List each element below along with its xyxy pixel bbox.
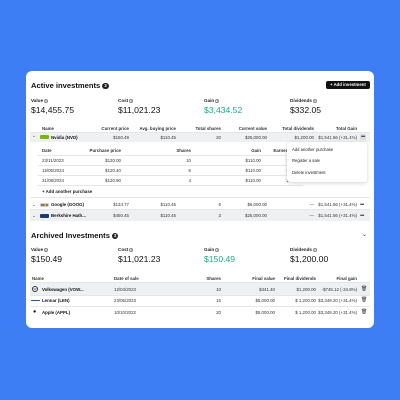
archived-stat-gain: $150.49 — [204, 254, 236, 264]
list-item: 31/08/2024 — [42, 178, 64, 183]
expand-chevron-icon[interactable]: ⌄ — [32, 213, 36, 219]
trash-icon[interactable]: 🗑 — [361, 286, 367, 292]
active-stat-value: $14,455.75 — [31, 105, 75, 115]
archived-investments-title: Archived Investments 3 — [31, 231, 119, 240]
archived-stat-gain-label: Gain i — [204, 247, 220, 252]
col-total-dividends: Total dividends — [282, 126, 314, 131]
collapse-chevron-icon[interactable]: ⌃ — [32, 135, 36, 141]
trash-icon[interactable]: 🗑 — [361, 297, 367, 303]
active-stat-cost-label: Cost i — [118, 98, 134, 103]
active-stat-gain: $3,434.52 — [204, 105, 243, 115]
active-stat-cost: $11,021.23 — [118, 105, 161, 115]
plus-icon: + — [42, 189, 45, 194]
lennar-logo-icon — [31, 300, 40, 302]
row-menu-icon[interactable]: ••• — [360, 202, 364, 208]
col-current-value: Current value — [238, 126, 267, 131]
col-current-price: Current price — [101, 126, 129, 131]
row-menu-icon[interactable]: ••• — [360, 213, 364, 219]
info-icon: i — [129, 247, 134, 252]
active-stat-dividends-label: Dividends i — [290, 98, 317, 103]
berkshire-logo-icon — [40, 213, 49, 218]
investments-card: Active investments 3 + Add investment Val… — [26, 71, 374, 328]
add-investment-button[interactable]: + Add investment — [326, 81, 370, 89]
archived-stat-dividends: $1,200.00 — [290, 254, 329, 264]
row-name: Nvidia (NVD) — [51, 134, 78, 140]
add-another-purchase-link[interactable]: + Add another purchase — [42, 189, 92, 194]
row-menu-icon[interactable]: ••• — [360, 133, 366, 140]
archived-stat-cost-label: Cost i — [118, 247, 134, 252]
active-investments-title: Active investments 3 — [31, 81, 109, 90]
trash-icon[interactable]: 🗑 — [361, 309, 367, 315]
info-icon: i — [215, 98, 220, 103]
row-name: Berkshire Hath... — [51, 213, 86, 218]
archived-count-badge: 3 — [111, 233, 119, 239]
col-name: Name — [42, 126, 54, 131]
info-icon: i — [44, 247, 49, 252]
menu-item-delete-investment[interactable]: Delete investment — [292, 170, 326, 175]
google-logo-icon — [40, 202, 49, 207]
row-context-menu: Add another purchase Register a sale Del… — [287, 142, 367, 182]
plus-icon: + — [330, 82, 333, 87]
col-avg-buying-price: Avg. buying price — [139, 126, 176, 131]
apple-logo-icon: ● — [33, 309, 37, 315]
active-stat-gain-label: Gain i — [204, 98, 220, 103]
col-total-shares: Total shares — [195, 126, 221, 131]
collapse-chevron-icon[interactable]: ⌄ — [362, 231, 367, 238]
list-item: 23/11/2023 — [42, 158, 64, 163]
info-icon: i — [312, 98, 317, 103]
active-stat-dividends: $332.05 — [290, 105, 322, 115]
archived-stat-cost: $11,021.23 — [118, 254, 161, 264]
archived-stat-value-label: Value i — [31, 247, 49, 252]
col-total-gain: Total Gain — [335, 126, 357, 131]
menu-item-register-sale[interactable]: Register a sale — [292, 158, 320, 163]
expand-chevron-icon[interactable]: ⌄ — [32, 202, 36, 208]
active-stat-value-label: Value i — [31, 98, 49, 103]
info-icon: i — [215, 247, 220, 252]
menu-item-add-purchase[interactable]: Add another purchase — [292, 147, 333, 152]
nvidia-logo-icon — [40, 135, 49, 139]
archived-stat-dividends-label: Dividends i — [290, 247, 317, 252]
list-item: 15/05/2024 — [42, 168, 64, 173]
info-icon: i — [44, 98, 49, 103]
info-icon: i — [129, 98, 134, 103]
volkswagen-logo-icon: W — [32, 285, 38, 292]
row-name: Google (GOOG) — [51, 202, 84, 207]
info-icon: i — [312, 247, 317, 252]
archived-stat-value: $150.49 — [31, 254, 63, 264]
active-count-badge: 3 — [102, 83, 109, 89]
